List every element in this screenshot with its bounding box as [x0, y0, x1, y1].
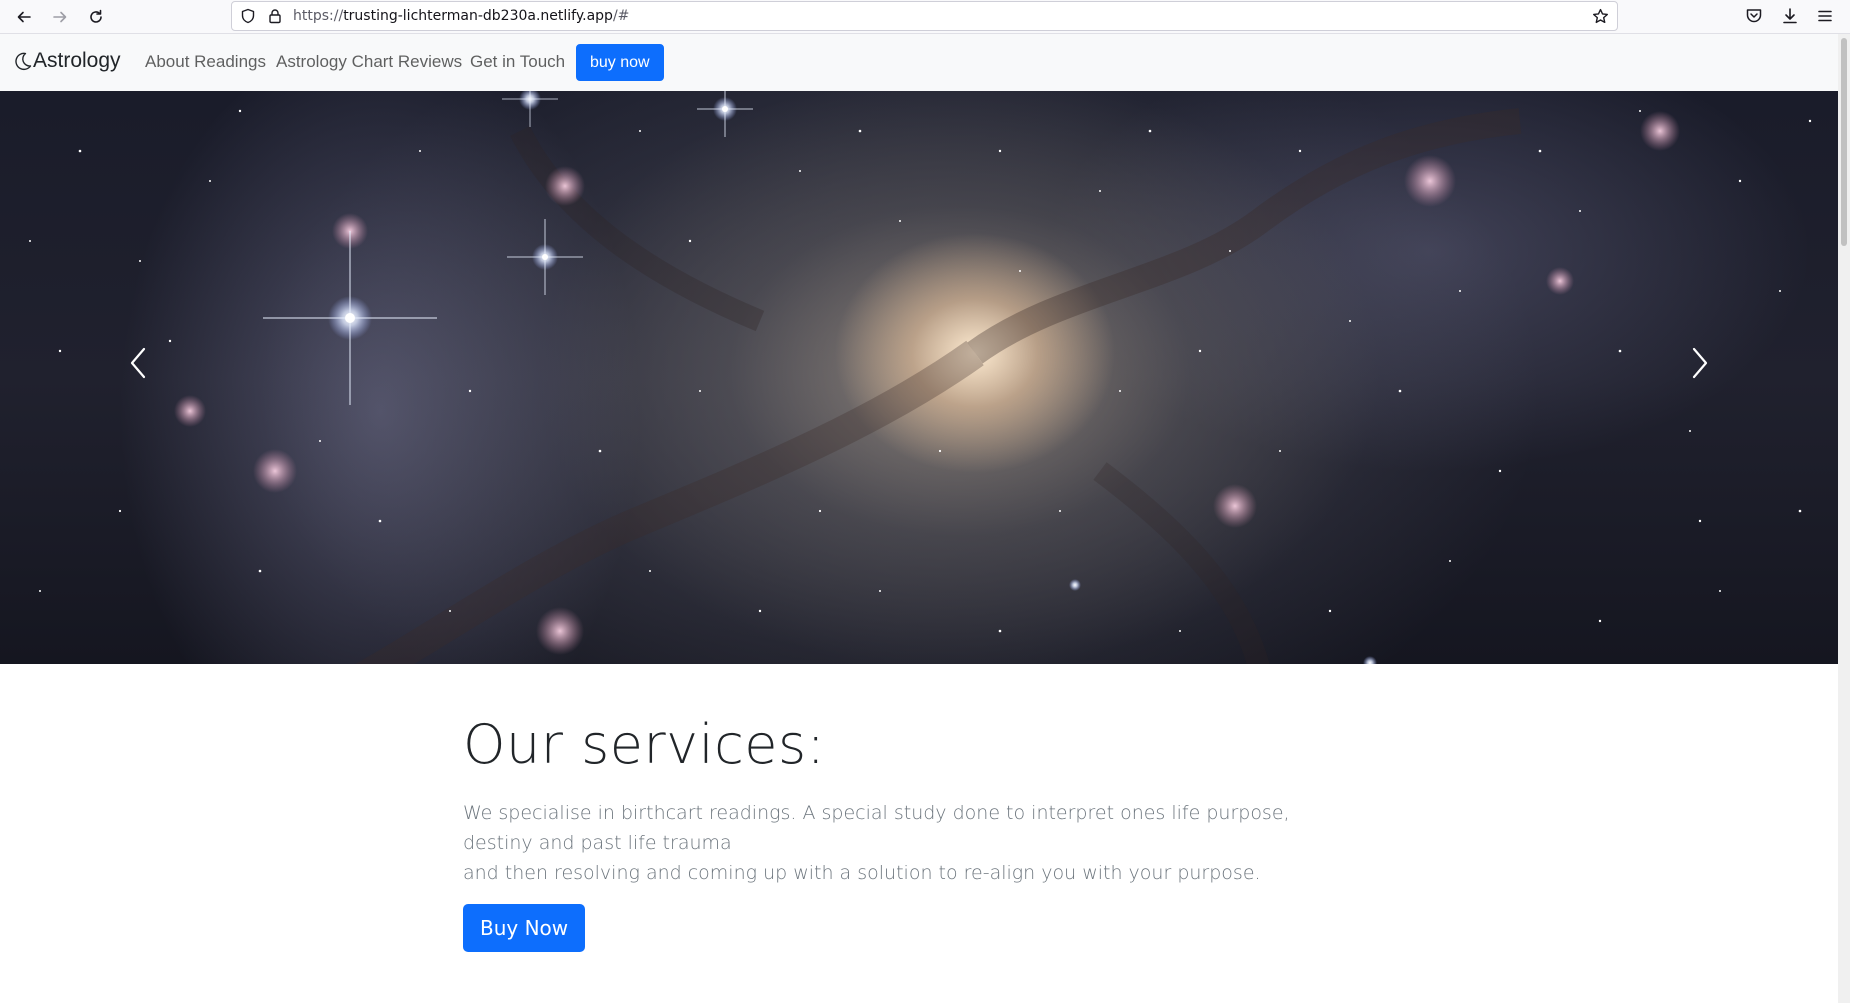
pocket-icon[interactable]: [1744, 6, 1764, 26]
crescent-moon-icon: [15, 52, 32, 71]
browser-toolbar: https://trusting-lichterman-db230a.netli…: [0, 0, 1850, 34]
buy-now-button[interactable]: Buy Now: [463, 904, 586, 953]
forward-arrow-icon[interactable]: [48, 5, 72, 29]
brand-label: Astrology: [33, 49, 121, 72]
carousel-next-button[interactable]: [1682, 341, 1718, 385]
shield-icon[interactable]: [240, 8, 256, 24]
hero-carousel: [0, 91, 1838, 664]
nav-link-about-readings[interactable]: About Readings: [145, 52, 266, 72]
page-viewport: Astrology About Readings Astrology Chart…: [0, 34, 1838, 1003]
services-description-line-2: and then resolving and coming up with a …: [463, 862, 1261, 885]
nav-link-astrology-chart-reviews[interactable]: Astrology Chart Reviews: [276, 52, 462, 72]
site-navbar: Astrology About Readings Astrology Chart…: [0, 34, 1838, 91]
hamburger-menu-icon[interactable]: [1815, 6, 1835, 26]
chevron-right-icon: [1692, 347, 1708, 379]
carousel-prev-button[interactable]: [120, 341, 156, 385]
services-description: We specialise in birthcart readings. A s…: [463, 798, 1343, 888]
services-heading: Our services:: [463, 713, 826, 776]
page-scrollbar[interactable]: [1838, 34, 1850, 1003]
bookmark-star-icon[interactable]: [1592, 8, 1609, 25]
services-description-line-1: We specialise in birthcart readings. A s…: [463, 802, 1290, 855]
reload-icon[interactable]: [84, 5, 108, 29]
services-section: Our services: We specialise in birthcart…: [463, 713, 1363, 953]
address-bar[interactable]: https://trusting-lichterman-db230a.netli…: [231, 1, 1618, 31]
url-text: https://trusting-lichterman-db230a.netli…: [293, 8, 630, 24]
buy-now-nav-button[interactable]: buy now: [576, 44, 664, 81]
galaxy-image: [29, 91, 1812, 664]
back-arrow-icon[interactable]: [12, 5, 36, 29]
chevron-left-icon: [130, 347, 146, 379]
lock-icon[interactable]: [267, 8, 283, 24]
brand-link[interactable]: Astrology: [12, 49, 121, 73]
downloads-icon[interactable]: [1780, 6, 1800, 26]
nav-link-get-in-touch[interactable]: Get in Touch: [470, 52, 565, 72]
scrollbar-thumb[interactable]: [1841, 38, 1847, 246]
